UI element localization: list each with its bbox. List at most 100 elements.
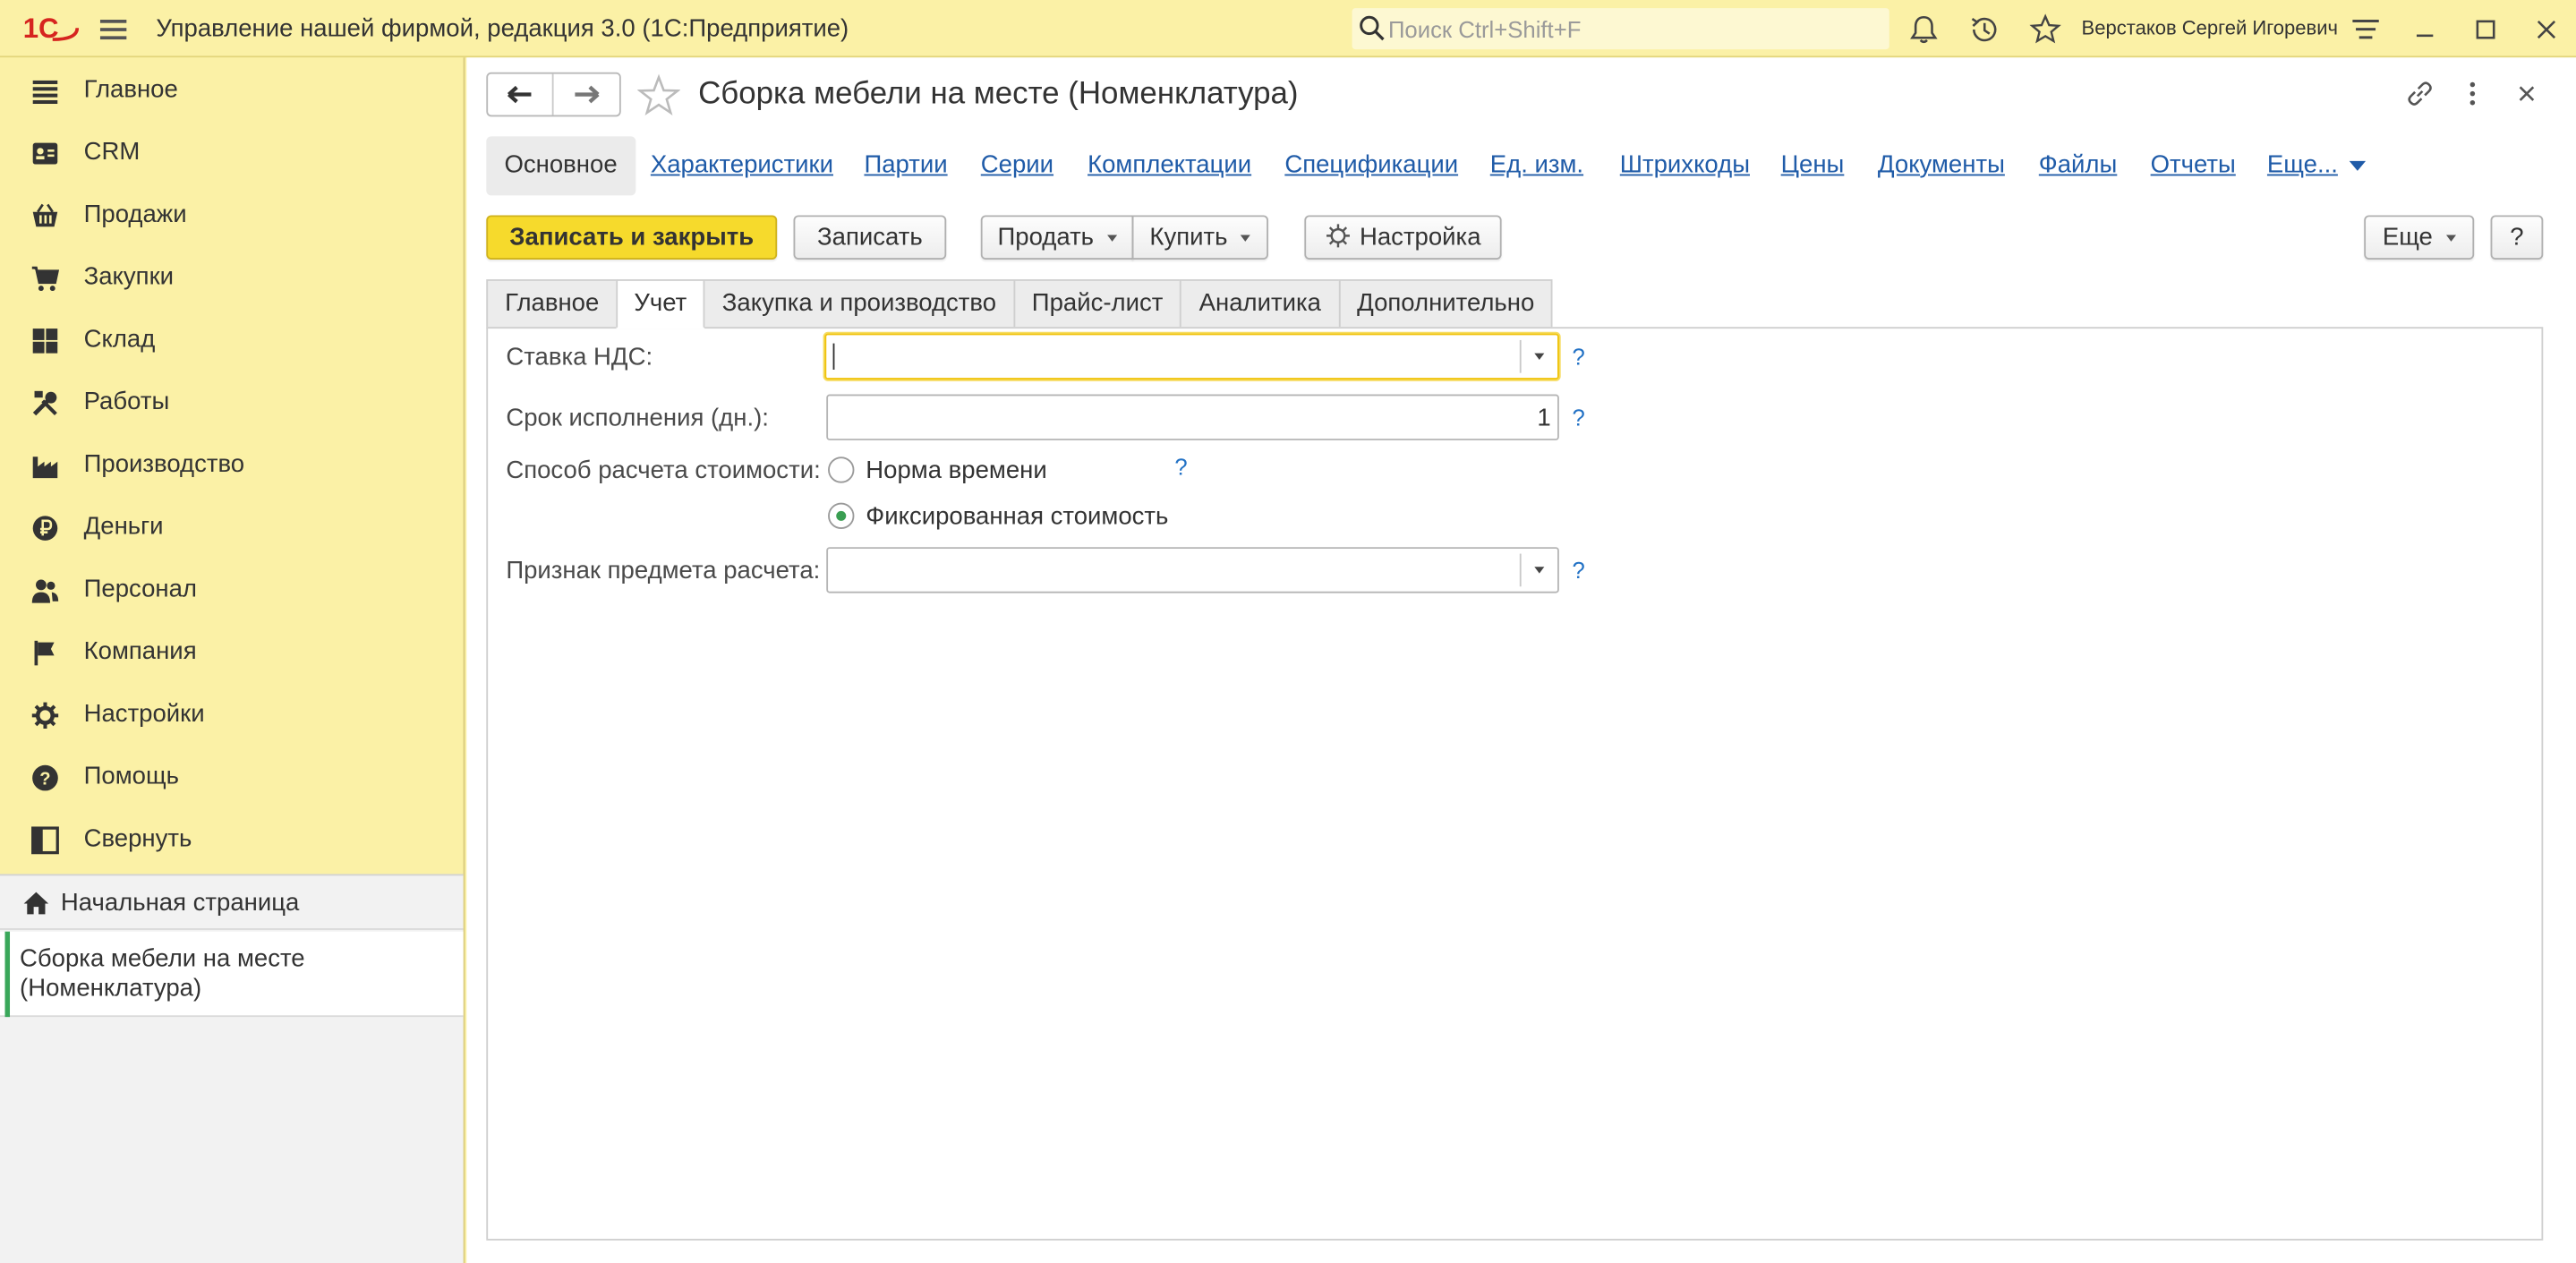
favorite-star-icon[interactable] (637, 73, 680, 117)
vat-rate-dropdown-button[interactable] (1519, 339, 1557, 373)
radio-fixed-cost-label[interactable]: Фиксированная стоимость (866, 503, 1168, 531)
more-actions-button[interactable]: Еще (2364, 215, 2475, 260)
payment-subject-dropdown-button[interactable] (1519, 553, 1557, 587)
tab-additional[interactable]: Дополнительно (1338, 279, 1553, 329)
global-search[interactable] (1352, 8, 1889, 50)
sidebar-item-help[interactable]: ? Помощь (0, 746, 464, 808)
sidebar-item-label: Помощь (83, 762, 179, 790)
link-tab-barcodes[interactable]: Штрихкоды (1620, 136, 1750, 195)
link-icon[interactable] (2405, 79, 2435, 108)
link-tab-more[interactable]: Еще... (2267, 136, 2367, 195)
open-windows-panel: Начальная страница Сборка мебели на мест… (0, 874, 464, 1263)
sidebar-item-label: Настройки (83, 699, 205, 729)
link-tab-batches[interactable]: Партии (864, 136, 947, 195)
tab-main[interactable]: Главное (486, 279, 618, 329)
sidebar-item-collapse[interactable]: Свернуть (0, 808, 464, 871)
open-window-item[interactable]: Сборка мебели на месте (Номенклатура) (0, 931, 464, 1018)
buy-dropdown-button[interactable]: Купить (1131, 215, 1268, 260)
open-window-label: Сборка мебели на месте (Номенклатура) (20, 944, 305, 1003)
save-and-close-button[interactable]: Записать и закрыть (486, 215, 778, 260)
sell-dropdown-button[interactable]: Продать (980, 215, 1134, 260)
tab-analytics[interactable]: Аналитика (1179, 279, 1341, 329)
sidebar-item-production[interactable]: Производство (0, 434, 464, 497)
sidebar-item-label: CRM (83, 138, 141, 166)
settings-button[interactable]: Настройка (1304, 215, 1502, 260)
forward-arrow-icon[interactable] (554, 74, 619, 115)
link-tab-kits[interactable]: Комплектации (1088, 136, 1251, 195)
bell-icon[interactable] (1907, 13, 1941, 47)
shopping-basket-icon (32, 203, 58, 227)
gear-icon (1326, 224, 1350, 248)
link-tab-reports[interactable]: Отчеты (2151, 136, 2236, 195)
contact-card-icon (32, 142, 58, 165)
home-page-label: Начальная страница (60, 888, 300, 917)
link-tab-documents[interactable]: Документы (1878, 136, 2005, 195)
sidebar-item-purchases[interactable]: Закупки (0, 246, 464, 309)
sidebar-item-main[interactable]: Главное (0, 59, 464, 122)
sidebar-item-works[interactable]: Работы (0, 371, 464, 434)
term-days-field[interactable]: 1 (826, 394, 1559, 440)
vat-rate-help[interactable]: ? (1573, 344, 1585, 370)
link-tab-specifications[interactable]: Спецификации (1284, 136, 1458, 195)
help-button[interactable]: ? (2490, 215, 2544, 260)
home-icon (23, 892, 49, 915)
link-tab-characteristics[interactable]: Характеристики (651, 136, 833, 195)
payment-subject-label: Признак предмета расчета: (506, 557, 821, 585)
settings-label: Настройка (1359, 223, 1481, 252)
buy-label: Купить (1149, 223, 1228, 252)
payment-subject-field[interactable] (826, 547, 1559, 593)
favorites-star-icon[interactable] (2029, 13, 2062, 47)
sidebar-item-label: Работы (83, 388, 170, 416)
link-tab-files[interactable]: Файлы (2039, 136, 2117, 195)
tab-price-list[interactable]: Прайс-лист (1013, 279, 1181, 329)
more-vertical-icon[interactable] (2458, 79, 2487, 108)
dropdown-arrow-icon (1106, 235, 1117, 242)
link-tab-prices[interactable]: Цены (1781, 136, 1845, 195)
calc-method-help[interactable]: ? (1174, 454, 1187, 480)
radio-time-norm-label[interactable]: Норма времени (866, 457, 1046, 484)
main-menu-icon[interactable] (98, 15, 128, 45)
warehouse-grid-icon (32, 329, 58, 354)
sidebar-item-sales[interactable]: Продажи (0, 184, 464, 247)
term-days-value: 1 (1537, 404, 1551, 432)
title-bar: 1С Управление нашей фирмой, редакция 3.0… (0, 0, 2576, 58)
close-form-icon[interactable] (2512, 79, 2541, 108)
term-help[interactable]: ? (1573, 405, 1585, 431)
gear-icon (31, 702, 59, 730)
dropdown-arrow-icon (1241, 235, 1251, 242)
app-window: 1С Управление нашей фирмой, редакция 3.0… (0, 0, 2576, 1263)
sidebar-item-warehouse[interactable]: Склад (0, 309, 464, 371)
dropdown-arrow-icon (2445, 235, 2456, 242)
link-tab-series[interactable]: Серии (981, 136, 1053, 195)
vat-rate-field[interactable] (824, 333, 1559, 380)
home-page-link[interactable]: Начальная страница (0, 875, 464, 930)
back-arrow-icon[interactable] (488, 73, 554, 115)
search-input[interactable] (1387, 13, 1881, 45)
sidebar-item-crm[interactable]: CRM (0, 122, 464, 184)
payment-subject-help[interactable]: ? (1573, 557, 1585, 583)
sell-label: Продать (997, 223, 1095, 252)
close-window-icon[interactable] (2530, 13, 2563, 47)
sidebar-item-company[interactable]: Компания (0, 621, 464, 684)
calc-method-label: Способ расчета стоимости: (506, 457, 821, 485)
sidebar-item-settings[interactable]: Настройки (0, 684, 464, 747)
radio-time-norm[interactable] (828, 457, 855, 483)
people-icon (31, 579, 59, 603)
sidebar-item-staff[interactable]: Персонал (0, 559, 464, 621)
settings-lines-icon[interactable] (2350, 13, 2383, 47)
sidebar-item-label: Персонал (83, 575, 197, 603)
item-form: Сборка мебели на месте (Номенклатура) Ос… (466, 57, 2576, 1263)
sidebar-item-label: Закупки (83, 262, 175, 291)
history-icon[interactable] (1968, 13, 2001, 47)
sidebar-item-money[interactable]: Деньги (0, 496, 464, 559)
link-tab-main[interactable]: Основное (486, 136, 635, 196)
minimize-icon[interactable] (2409, 13, 2442, 47)
radio-fixed-cost[interactable] (828, 502, 855, 530)
tab-accounting[interactable]: Учет (616, 279, 705, 329)
user-name[interactable]: Верстаков Сергей Игоревич (2082, 16, 2339, 39)
save-button[interactable]: Записать (793, 215, 947, 260)
link-tab-units[interactable]: Ед. изм. (1490, 136, 1583, 195)
tab-purchase-production[interactable]: Закупка и производство (703, 279, 1016, 329)
sidebar-item-label: Главное (83, 75, 178, 104)
maximize-icon[interactable] (2469, 13, 2503, 47)
